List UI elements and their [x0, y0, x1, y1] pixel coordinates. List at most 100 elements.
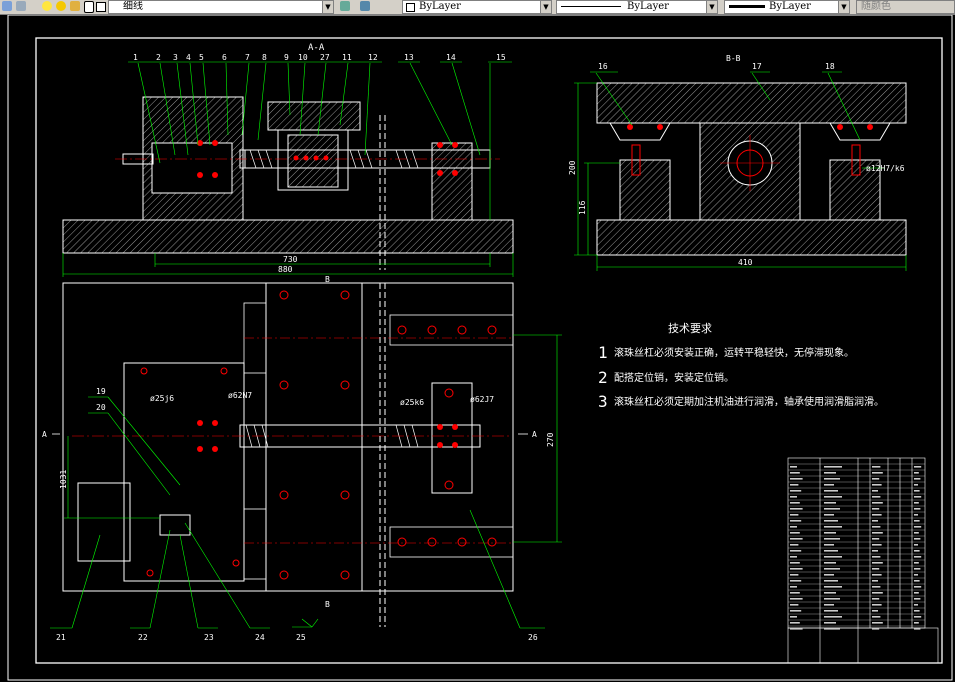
parts-row-text — [872, 574, 882, 576]
fit-25k6: ø25k6 — [400, 398, 424, 407]
linetype-dropdown[interactable]: ByLayer ▼ — [556, 0, 718, 14]
technical-requirements: 技术要求 1 滚珠丝杠必须安装正确，运转平稳轻快，无停滞现象。 2 配搭定位销，… — [598, 322, 884, 411]
parts-row-text — [790, 544, 799, 546]
chevron-down-icon[interactable]: ▼ — [540, 1, 551, 13]
layer-stack-icon[interactable] — [16, 1, 26, 11]
parts-row-text — [824, 592, 836, 594]
balloon-7: 7 — [245, 53, 250, 62]
section-view-bb: B-B 16 17 18 200 116 410 ø12H7/k6 — [568, 54, 907, 271]
chevron-down-icon[interactable]: ▼ — [838, 1, 849, 13]
fit-25j6: ø25j6 — [150, 394, 174, 403]
plan-table — [265, 282, 363, 592]
parts-row-text — [914, 556, 922, 558]
bulb-icon[interactable] — [42, 1, 52, 11]
parts-row-text — [914, 496, 922, 498]
color-dropdown[interactable]: ByLayer ▼ — [402, 0, 552, 14]
bb-table — [596, 82, 907, 124]
parts-row-text — [914, 466, 922, 468]
parts-row-text — [872, 490, 878, 492]
parts-row-text — [872, 496, 881, 498]
fit-12h7k6: ø12H7/k6 — [866, 164, 905, 173]
parts-row-text — [872, 502, 883, 504]
parts-row-text — [914, 616, 922, 618]
parts-row-text — [790, 514, 799, 516]
lineweight-value: ByLayer — [769, 1, 811, 12]
parts-row-text — [872, 514, 882, 516]
fit-62j7: ø62J7 — [470, 395, 494, 404]
parts-row-text — [790, 550, 802, 552]
layer-color-icon[interactable] — [96, 2, 106, 12]
parts-row-text — [914, 484, 918, 486]
drawing-canvas[interactable]: A-A 1 2 3 4 5 6 7 8 9 10 27 11 12 13 14 … — [0, 15, 955, 682]
parts-row-text — [872, 580, 878, 582]
parts-row-text — [790, 616, 797, 618]
linetype-value: ByLayer — [627, 1, 669, 12]
parts-row-text — [872, 544, 882, 546]
parts-row-text — [790, 466, 797, 468]
bearing-housing-left — [151, 142, 233, 194]
color-swatch-icon[interactable] — [84, 1, 94, 13]
parts-row-text — [872, 550, 878, 552]
section-view-aa: A-A 1 2 3 4 5 6 7 8 9 10 27 11 12 13 14 … — [62, 43, 514, 277]
section-aa-label: A-A — [308, 43, 325, 53]
balloon-5: 5 — [199, 53, 204, 62]
parts-row-text — [790, 538, 803, 540]
balloon-23: 23 — [204, 633, 214, 642]
parts-row-text — [790, 478, 803, 480]
layer-manager-icon[interactable] — [2, 1, 12, 11]
parts-row-text — [824, 490, 838, 492]
parts-row-text — [872, 532, 883, 534]
lineweight-dropdown[interactable]: ByLayer ▼ — [724, 0, 850, 14]
layer-states-icon[interactable] — [360, 1, 370, 11]
parts-row-text — [914, 622, 919, 624]
lock-icon[interactable] — [70, 1, 80, 11]
balloon-17: 17 — [752, 62, 762, 71]
layer-dropdown[interactable]: 细线 ▼ — [108, 0, 334, 14]
parts-row-text — [824, 556, 842, 558]
balloon-3: 3 — [173, 53, 178, 62]
balloon-21: 21 — [56, 633, 66, 642]
parts-row-text — [824, 574, 834, 576]
parts-row-text — [790, 610, 802, 612]
balloon-14: 14 — [446, 53, 456, 62]
dim-270: 270 — [546, 432, 555, 447]
balloon-8: 8 — [262, 53, 267, 62]
requirement-3-text: 滚珠丝杠必须定期加注机油进行润滑，轴承使用润滑脂润滑。 — [614, 395, 884, 408]
parts-row-text — [790, 580, 802, 582]
sun-icon[interactable] — [56, 1, 66, 11]
parts-row-text — [872, 508, 880, 510]
parts-row-text — [824, 580, 838, 582]
plotstyle-value: 随颜色 — [861, 1, 891, 12]
parts-row-text — [914, 532, 919, 534]
parts-row-text — [824, 544, 834, 546]
parts-row-text — [824, 532, 836, 534]
parts-row-text — [872, 472, 883, 474]
parts-row-text — [872, 586, 881, 588]
layer-previous-icon[interactable] — [340, 1, 350, 11]
parts-row-text — [790, 496, 797, 498]
parts-row-text — [872, 616, 881, 618]
parts-row-text — [790, 622, 800, 624]
parts-row-text — [790, 592, 800, 594]
plan-view: A A B B ø25j6 ø62N7 ø25k6 ø62J7 270 1031 — [42, 275, 562, 642]
parts-row-text — [824, 568, 840, 570]
parts-row-text — [824, 562, 836, 564]
parts-row-text — [790, 520, 802, 522]
parts-row-text — [790, 562, 800, 564]
parts-row-text — [790, 502, 800, 504]
balloon-10: 10 — [298, 53, 308, 62]
chevron-down-icon[interactable]: ▼ — [706, 1, 717, 13]
parts-row-text — [914, 562, 919, 564]
parts-row-text — [824, 628, 840, 630]
parts-row-text — [872, 568, 880, 570]
chevron-down-icon[interactable]: ▼ — [322, 1, 333, 13]
dim-200: 200 — [568, 160, 577, 175]
plan-motor-bracket — [123, 362, 245, 582]
parts-row-text — [824, 604, 834, 606]
balloon-26: 26 — [528, 633, 538, 642]
parts-row-text — [872, 610, 878, 612]
parts-row-text — [872, 604, 882, 606]
parts-row-text — [790, 484, 799, 486]
parts-row-text — [872, 466, 881, 468]
parts-row-text — [824, 526, 842, 528]
